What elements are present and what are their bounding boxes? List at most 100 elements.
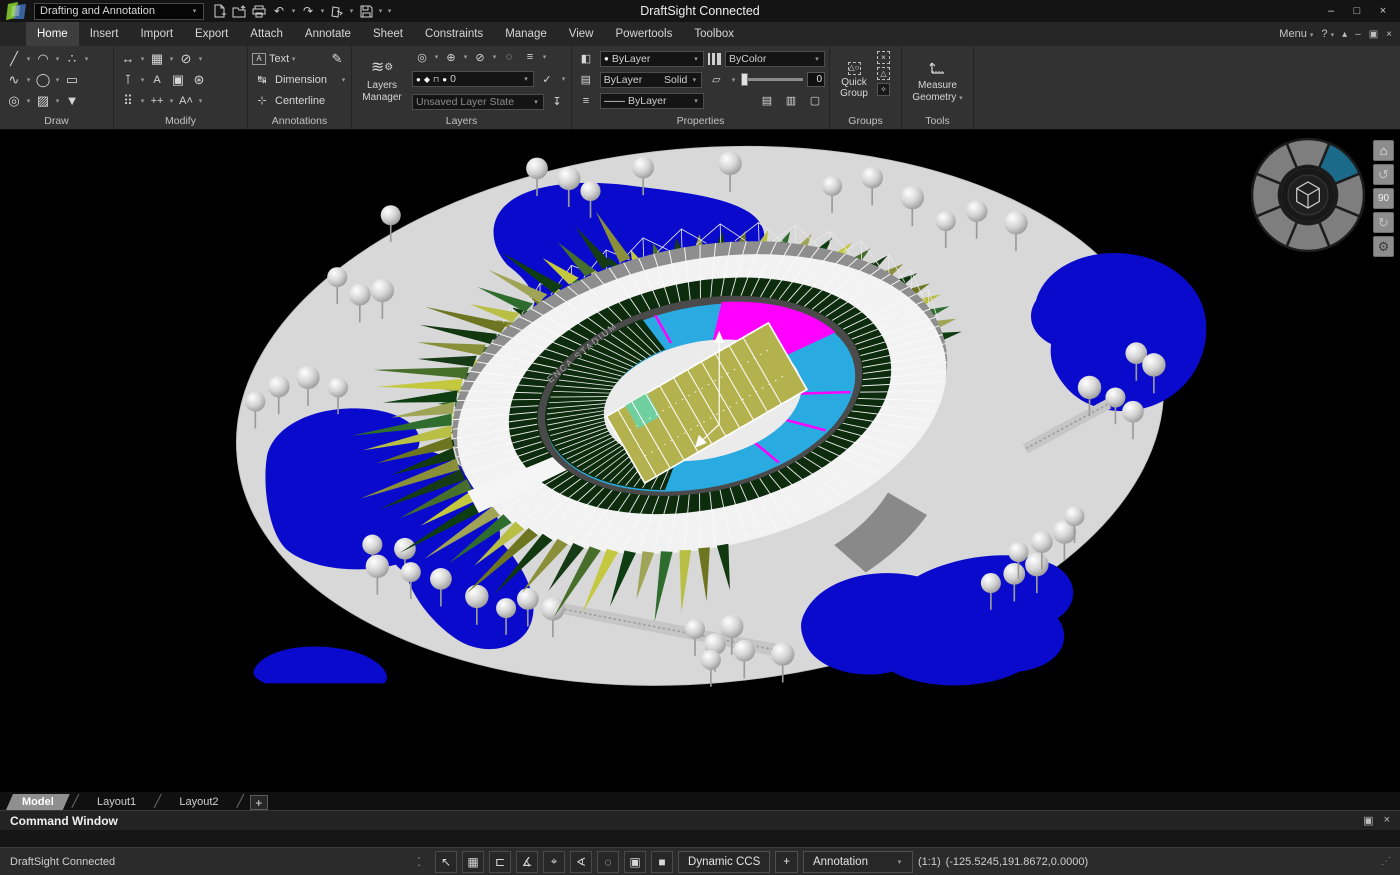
new-file-button[interactable] [210,2,228,20]
explode-icon[interactable]: ▣ [168,70,188,89]
text-style-icon[interactable]: ▤ [757,91,777,110]
tab-home[interactable]: Home [26,22,79,46]
line-icon[interactable]: ╱ [4,49,24,68]
open-file-button[interactable] [230,2,248,20]
edit-annotation-icon[interactable]: A [147,70,167,89]
home-view-button[interactable]: ⌂ [1373,140,1394,161]
hatch-combo[interactable]: ByLayer Solid ▾ [599,71,703,88]
solid-icon[interactable]: ▼ [62,91,82,110]
redo-dropdown[interactable]: ▾ [319,7,326,15]
measure-geometry-button[interactable]: Measure Geometry ▾ [906,48,969,111]
layer-preview-icon[interactable]: ◌ [499,48,519,67]
burst-icon[interactable]: ⊛ [189,70,209,89]
workspace-selector[interactable]: Drafting and Annotation ▾ [34,2,204,20]
entity-snap-icon[interactable]: ⌖ [543,850,566,873]
collapse-ribbon-button[interactable]: ▴ [1342,29,1347,40]
tab-attach[interactable]: Attach [239,22,294,46]
pattern-icon[interactable]: ▦ [147,49,167,68]
spline-icon[interactable]: ∿ [4,70,24,89]
rotate-cw-button[interactable]: ↻ [1373,212,1394,233]
dimension-button[interactable]: ↹ Dimension [252,70,327,90]
pick-group-icon[interactable]: ✧ [877,83,890,96]
layer-new-icon[interactable]: ⊕ [441,48,461,67]
polar-tracking-icon[interactable]: ∡ [516,850,539,873]
view-wheel[interactable] [1249,136,1367,254]
save-dropdown[interactable]: ▾ [377,7,384,15]
tab-sheet[interactable]: Sheet [362,22,414,46]
ortho-icon[interactable]: ⊏ [489,850,512,873]
tab-manage[interactable]: Manage [494,22,558,46]
dynamic-ccs-button[interactable]: Dynamic CCS [678,850,771,873]
snap-icon[interactable]: ↖ [435,850,458,873]
annotation-scale-icon[interactable]: A˄ [176,91,196,110]
tab-layout2[interactable]: Layout2 [163,794,234,810]
command-input-area[interactable] [0,830,1400,847]
doc-close-button[interactable]: × [1386,29,1392,40]
layer-state-combo[interactable]: Unsaved Layer State ▾ [412,93,544,110]
centerline-button[interactable]: ⊹ Centerline [252,91,325,111]
help-dropdown[interactable]: ? ▾ [1321,28,1334,40]
menu-dropdown[interactable]: Menu ▾ [1279,28,1313,40]
point-icon[interactable]: ∴ [62,49,82,68]
tab-powertools[interactable]: Powertools [604,22,683,46]
slider-handle[interactable] [741,73,748,86]
layer-state-apply-icon[interactable]: ↧ [547,92,567,111]
tab-insert[interactable]: Insert [79,22,130,46]
layer-states-icon[interactable]: ≡ [520,48,540,67]
publish-dropdown[interactable]: ▾ [348,7,355,15]
drawing-viewport[interactable]: ENCA STADIUM ⌂ ↺ 90 ↻ ⚙ [0,130,1400,792]
entity-track-icon[interactable]: ∢ [570,850,593,873]
tab-import[interactable]: Import [129,22,184,46]
quick-modify-icon[interactable]: ⠿ [118,91,138,110]
circle-icon[interactable]: ◎ [4,91,24,110]
statusbar-grip-icon[interactable]: ⁚ [408,851,430,873]
resize-grip[interactable]: ⋰ [1381,856,1391,867]
tab-layout1[interactable]: Layout1 [81,794,152,810]
gizmo-icon[interactable]: ▣ [624,850,647,873]
rotate-ccw-button[interactable]: ↺ [1373,164,1394,185]
pen-icon[interactable]: ✎ [327,49,347,68]
annotation-scale-dropdown[interactable]: Annotation ▾ [802,850,913,873]
rotate-90-button[interactable]: 90 [1373,188,1394,209]
undo-dropdown[interactable]: ▾ [290,7,297,15]
tab-export[interactable]: Export [184,22,239,46]
doc-minimize-button[interactable]: – [1355,29,1361,40]
redo-icon[interactable]: ↷ [299,2,317,20]
page-icon[interactable]: ▢ [805,91,825,110]
text-button[interactable]: A Text [252,49,289,69]
publish-button[interactable] [328,2,346,20]
maximize-button[interactable]: □ [1346,2,1368,20]
active-layer-combo[interactable]: ● ◆ ⊓ ● 0 ▾ [412,71,534,87]
trim-icon[interactable]: ⊺ [118,70,138,89]
print-button[interactable] [250,2,268,20]
layer-check-icon[interactable]: ✓ [537,70,557,89]
command-window-header[interactable]: Command Window ▣ × [0,810,1400,830]
tab-toolbox[interactable]: Toolbox [683,22,745,46]
stretch-icon[interactable]: ↔ [118,49,138,68]
grid-icon[interactable]: ▦ [462,850,485,873]
ellipse-icon[interactable]: ◯ [33,70,53,89]
customize-qat-button[interactable]: ▾ [386,7,393,15]
tab-annotate[interactable]: Annotate [294,22,362,46]
rectangle-icon[interactable]: ▭ [62,70,82,89]
hatch-icon[interactable]: ▨ [33,91,53,110]
line-weight-combo[interactable]: ByColor ▾ [725,50,825,67]
save-button[interactable] [357,2,375,20]
close-button[interactable]: × [1372,2,1394,20]
line-color-combo[interactable]: ● ByLayer ▾ [600,50,704,67]
wheel-settings-button[interactable]: ⚙ [1373,236,1394,257]
layer-hide-icon[interactable]: ◎ [412,48,432,67]
scale-icon[interactable]: ++ [147,91,167,110]
arc-icon[interactable]: ◠ [33,49,53,68]
erase-icon[interactable]: ⊘ [176,49,196,68]
line-style-combo[interactable]: —— ByLayer ▾ [600,92,704,109]
minimize-button[interactable]: – [1320,2,1342,20]
ungroup-icon[interactable]: × [877,51,890,64]
transparency-slider[interactable]: 0 [741,72,825,87]
tab-constraints[interactable]: Constraints [414,22,494,46]
add-scale-button[interactable]: + [775,850,798,873]
entity-list-icon[interactable]: ▥ [781,91,801,110]
quick-group-button[interactable]: △○ Quick Group [834,48,874,111]
add-sheet-button[interactable]: + [249,795,268,810]
fill-mode-icon[interactable]: ■ [651,850,674,873]
